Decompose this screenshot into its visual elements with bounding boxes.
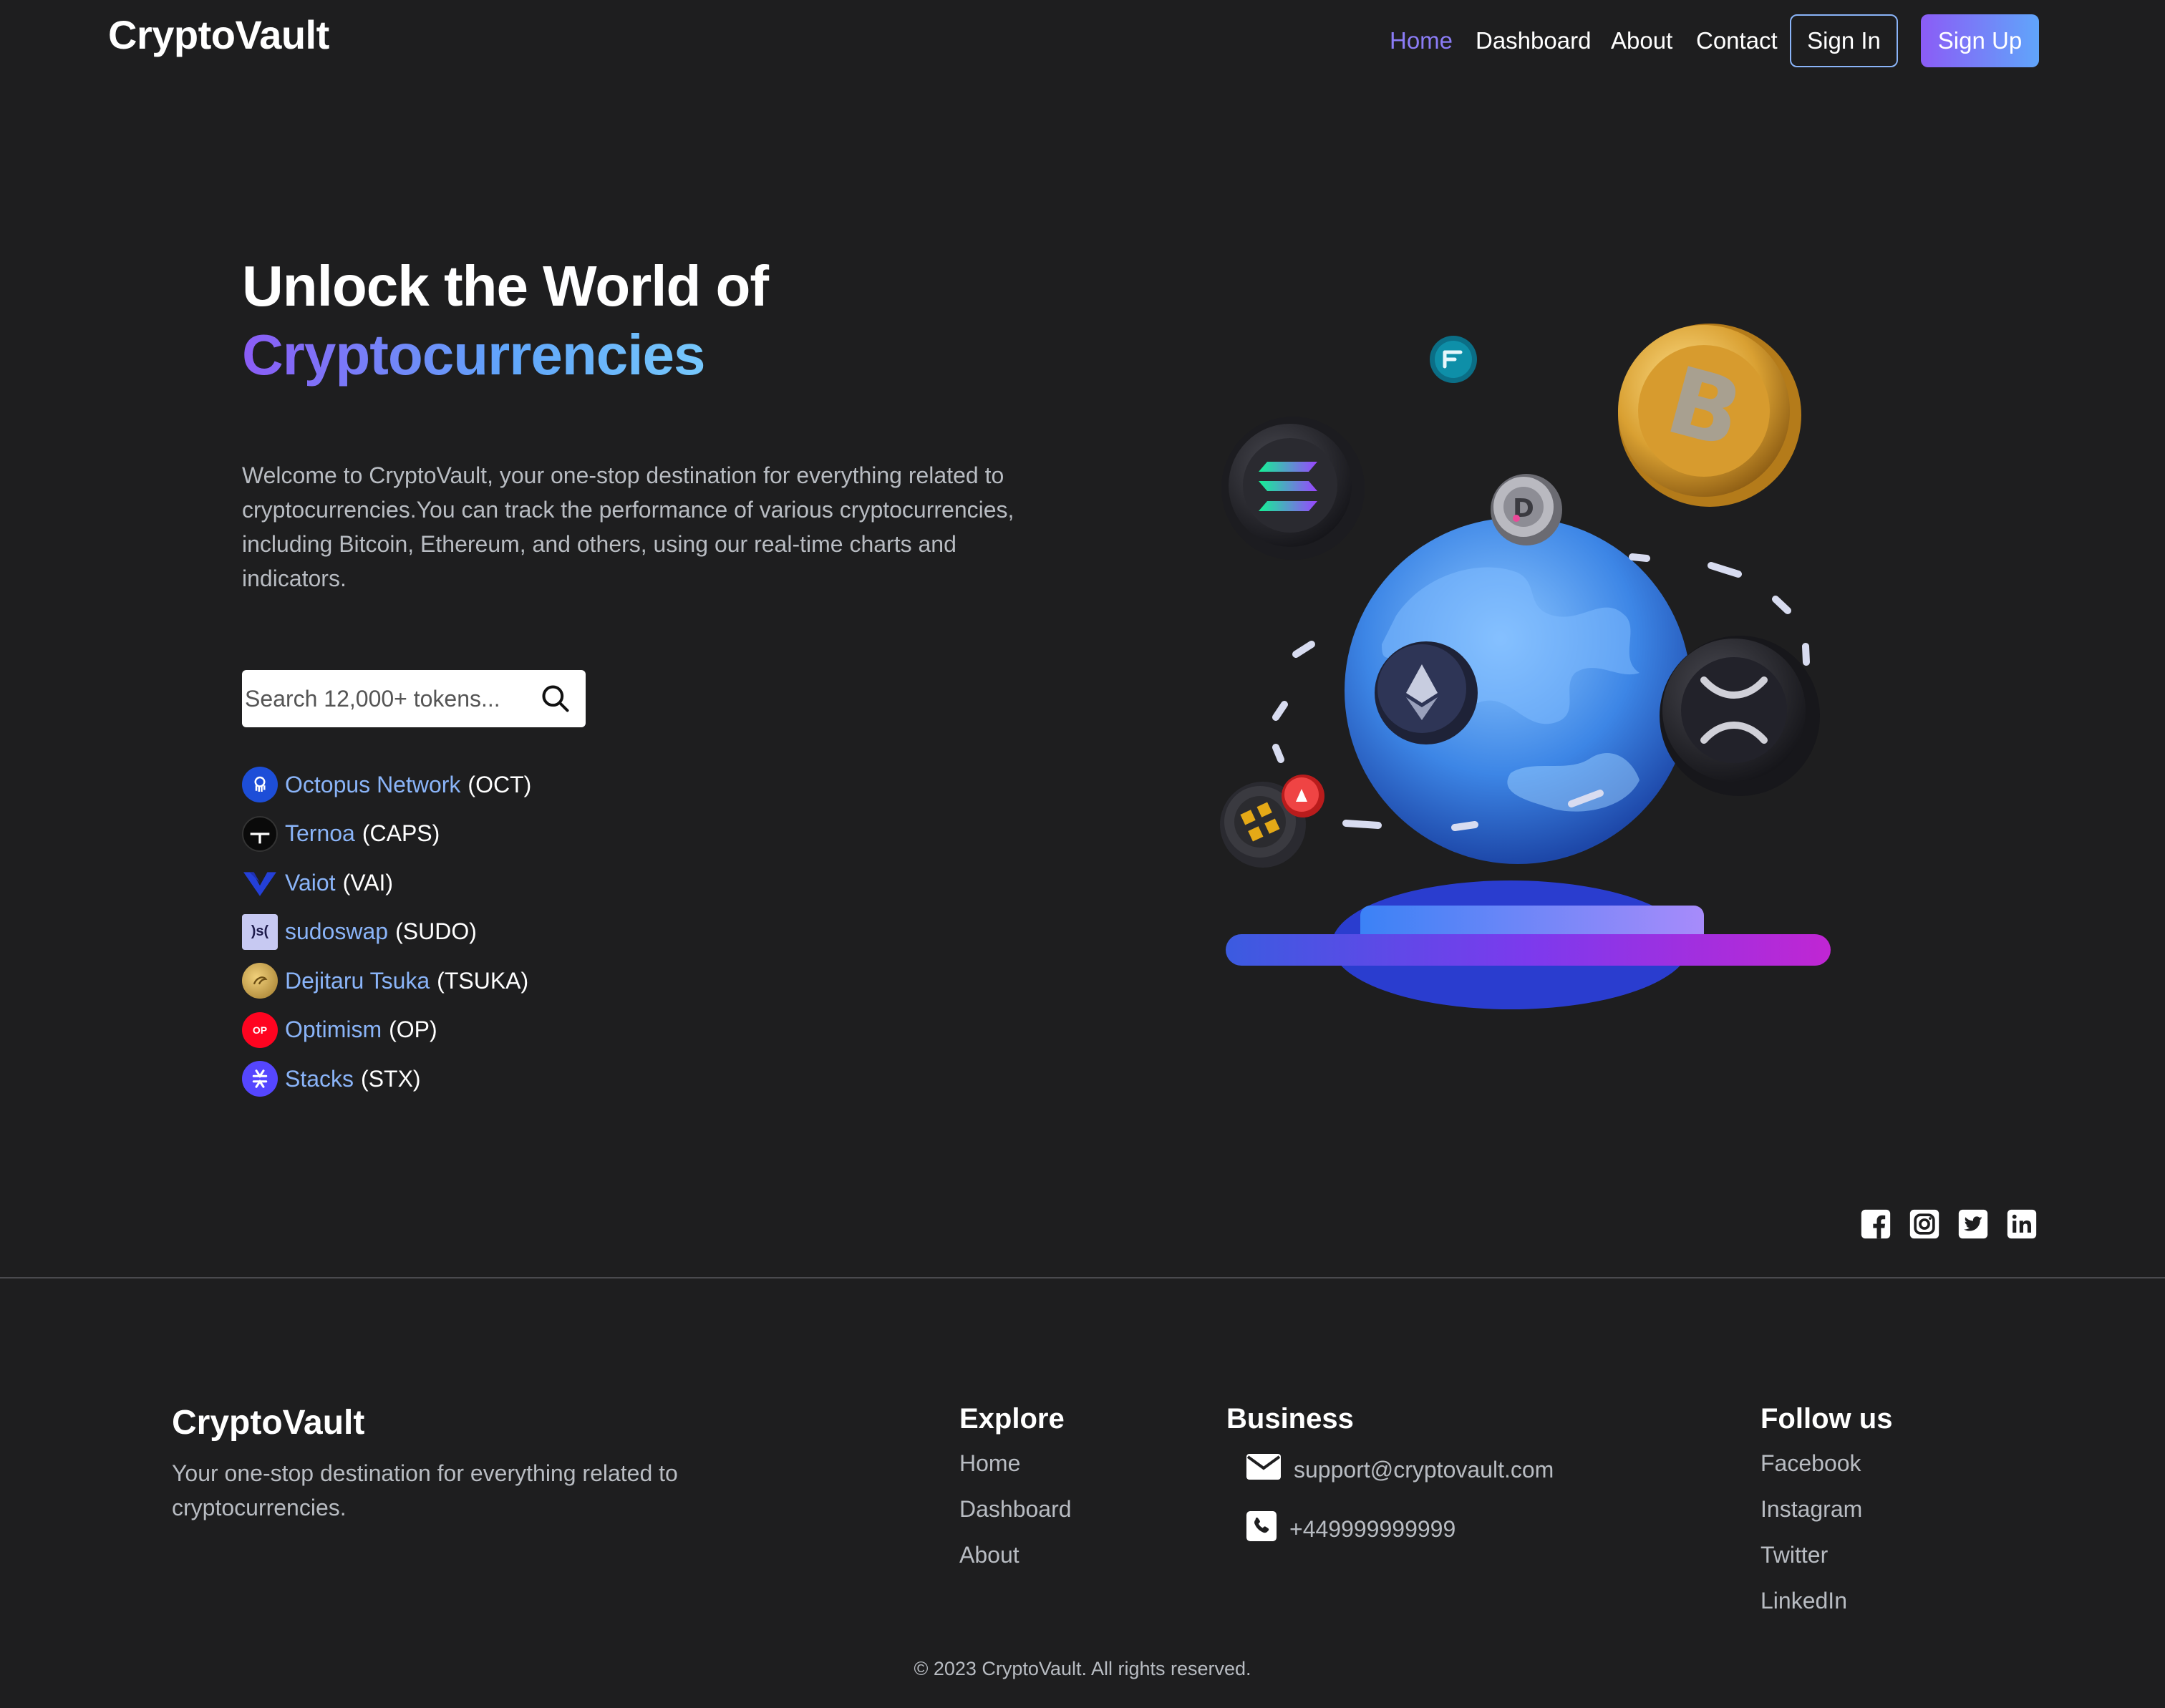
token-item: OP Optimism (OP) [242, 1006, 531, 1055]
page: CryptoVault Home Dashboard About Contact… [0, 0, 2165, 1708]
token-item: Stacks (STX) [242, 1054, 531, 1104]
linkedin-icon[interactable] [2006, 1208, 2038, 1240]
hero-description: Welcome to CryptoVault, your one-stop de… [242, 462, 1014, 591]
footer-link-instagram[interactable]: Instagram [1760, 1491, 1892, 1537]
token-symbol: (OCT) [468, 771, 532, 797]
nav-home[interactable]: Home [1390, 27, 1453, 54]
copyright: © 2023 CryptoVault. All rights reserved. [914, 1658, 1251, 1679]
business-email[interactable]: support@cryptovault.com [1294, 1457, 1554, 1483]
token-symbol: (OP) [389, 1016, 437, 1043]
nav-dashboard[interactable]: Dashboard [1476, 27, 1591, 54]
business-phone-row: +449999999999 [1246, 1509, 1554, 1543]
phone-icon [1246, 1510, 1277, 1541]
token-item: Octopus Network (OCT) [242, 760, 531, 810]
token-item: )s( sudoswap (SUDO) [242, 908, 531, 957]
instagram-icon[interactable] [1909, 1208, 1940, 1240]
token-symbol: (VAI) [342, 869, 394, 896]
facebook-icon[interactable] [1860, 1208, 1892, 1240]
footer-tagline: Your one-stop destination for everything… [172, 1460, 678, 1520]
social-icons [1860, 1208, 2038, 1240]
token-item: Vaiot (VAI) [242, 858, 531, 908]
footer-follow: Follow us Facebook Instagram Twitter Lin… [1760, 1403, 1892, 1629]
token-link[interactable]: sudoswap [285, 918, 388, 945]
optimism-icon: OP [242, 1011, 278, 1048]
footer-explore: Explore Home Dashboard About [959, 1403, 1072, 1583]
business-email-row: support@cryptovault.com [1246, 1450, 1554, 1483]
footer-link-twitter[interactable]: Twitter [1760, 1537, 1892, 1583]
footer-brand: CryptoVault [172, 1404, 365, 1442]
token-link[interactable]: Dejitaru Tsuka [285, 968, 430, 994]
twitter-icon[interactable] [1957, 1208, 1989, 1240]
token-link[interactable]: Stacks [285, 1066, 354, 1092]
token-list: Octopus Network (OCT) Ternoa (CAPS) Vaio… [242, 760, 531, 1104]
ternoa-icon [242, 815, 278, 852]
dejitaru-tsuka-icon [242, 963, 278, 999]
footer-divider [0, 1277, 2165, 1278]
token-item: Ternoa (CAPS) [242, 810, 531, 859]
token-item: Dejitaru Tsuka (TSUKA) [242, 956, 531, 1006]
footer-explore-title: Explore [959, 1403, 1065, 1435]
footer-link-linkedin[interactable]: LinkedIn [1760, 1583, 1892, 1629]
footer-follow-title: Follow us [1760, 1403, 1893, 1435]
nav-contact[interactable]: Contact [1696, 27, 1778, 54]
token-link[interactable]: Octopus Network [285, 772, 460, 798]
sign-up-button[interactable]: Sign Up [1921, 14, 2039, 67]
brand-logo[interactable]: CryptoVault [108, 11, 329, 58]
stacks-icon [242, 1061, 278, 1097]
token-link[interactable]: Vaiot [285, 870, 336, 896]
search-icon[interactable] [540, 683, 571, 714]
footer-business-title: Business [1226, 1403, 1354, 1435]
token-link[interactable]: Ternoa [285, 820, 355, 847]
footer-link-facebook[interactable]: Facebook [1760, 1445, 1892, 1491]
sudoswap-icon: )s( [242, 913, 278, 950]
search-input[interactable] [242, 685, 528, 712]
footer-link-home[interactable]: Home [959, 1445, 1072, 1491]
token-symbol: (SUDO) [395, 918, 477, 945]
footer-business: Business support@cryptovault.com +449999… [1226, 1403, 1554, 1543]
token-symbol: (STX) [361, 1065, 421, 1092]
hero-title: Unlock the World of Cryptocurrencies [242, 252, 769, 389]
token-symbol: (TSUKA) [437, 967, 529, 994]
token-search [242, 670, 586, 727]
token-symbol: (CAPS) [362, 820, 440, 847]
octopus-network-icon [242, 767, 278, 803]
hero-title-line2: Cryptocurrencies [242, 321, 768, 389]
nav-about[interactable]: About [1611, 27, 1672, 54]
business-phone: +449999999999 [1289, 1516, 1456, 1542]
hero-title-line1: Unlock the World of [242, 254, 769, 318]
footer-link-about[interactable]: About [959, 1537, 1072, 1583]
vaiot-icon [242, 865, 278, 901]
crypto-globe-illustration: B D [1220, 324, 1831, 1009]
envelope-icon [1246, 1453, 1281, 1480]
sign-in-button[interactable]: Sign In [1790, 14, 1898, 67]
token-link[interactable]: Optimism [285, 1016, 382, 1043]
footer-link-dashboard[interactable]: Dashboard [959, 1491, 1072, 1537]
